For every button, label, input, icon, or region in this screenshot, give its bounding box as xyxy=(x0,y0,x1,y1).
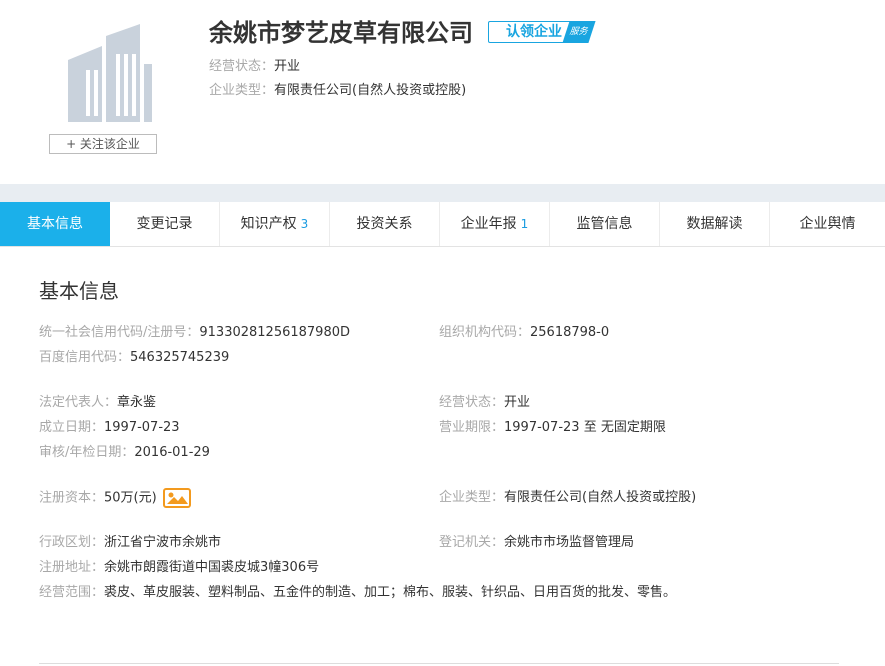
company-name: 余姚市梦艺皮草有限公司 xyxy=(209,19,473,47)
status-label: 经营状态： xyxy=(439,395,505,410)
tab-investment[interactable]: 投资关系 xyxy=(330,202,440,246)
term-value: 1997-07-23 至 无固定期限 xyxy=(504,420,666,435)
tab-count: 1 xyxy=(520,217,529,231)
header-status-label: 经营状态： xyxy=(209,59,275,74)
header-type-label: 企业类型： xyxy=(209,83,275,98)
tab-change-records[interactable]: 变更记录 xyxy=(110,202,220,246)
address-value: 余姚市朗霞街道中国裘皮城3幢306号 xyxy=(104,560,320,575)
tab-label: 变更记录 xyxy=(136,216,193,232)
tab-bar: 基本信息 变更记录 知识产权 3 投资关系 企业年报 1 监管信息 数据解读 企业舆… xyxy=(0,202,885,247)
scope-label: 经营范围： xyxy=(39,585,105,600)
org-code-value: 25618798-0 xyxy=(530,325,610,340)
follow-company-button[interactable]: + 关注该企业 xyxy=(49,134,157,154)
legal-rep-label: 法定代表人： xyxy=(39,395,118,410)
legal-rep-row: 法定代表人：章永鉴 xyxy=(39,394,156,412)
term-row: 营业期限：1997-07-23 至 无固定期限 xyxy=(439,419,666,437)
audit-row: 审核/年检日期：2016-01-29 xyxy=(39,444,210,462)
section-title: 基本信息 xyxy=(39,279,119,303)
service-tag: 服务 xyxy=(562,21,596,43)
tab-regulatory[interactable]: 监管信息 xyxy=(550,202,660,246)
credit-code-value: 91330281256187980D xyxy=(199,325,351,340)
header-divider-band xyxy=(0,184,885,202)
tab-data-analysis[interactable]: 数据解读 xyxy=(660,202,770,246)
money-image-icon[interactable] xyxy=(162,487,191,509)
header-status: 经营状态：开业 xyxy=(209,58,300,76)
founded-label: 成立日期： xyxy=(39,420,105,435)
baidu-code-label: 百度信用代码： xyxy=(39,350,131,365)
scope-value: 裘皮、革皮服装、塑料制品、五金件的制造、加工；棉布、服装、针织品、日用百货的批发… xyxy=(104,585,677,600)
baidu-code-value: 546325745239 xyxy=(130,350,230,365)
tab-label: 投资关系 xyxy=(356,216,413,232)
status-row: 经营状态：开业 xyxy=(439,394,530,412)
baidu-code-row: 百度信用代码：546325745239 xyxy=(39,349,229,367)
tab-label: 企业舆情 xyxy=(799,216,856,232)
org-code-label: 组织机构代码： xyxy=(439,325,531,340)
header-type: 企业类型：有限责任公司(自然人投资或控股) xyxy=(209,82,466,100)
audit-label: 审核/年检日期： xyxy=(39,445,135,460)
legal-rep-value: 章永鉴 xyxy=(117,395,157,410)
company-type-label: 企业类型： xyxy=(439,490,505,505)
status-value: 开业 xyxy=(504,395,531,410)
region-label: 行政区划： xyxy=(39,535,105,550)
header-status-value: 开业 xyxy=(274,59,301,74)
founded-value: 1997-07-23 xyxy=(104,420,180,435)
scope-row: 经营范围：裘皮、革皮服装、塑料制品、五金件的制造、加工；棉布、服装、针织品、日用… xyxy=(39,584,676,602)
header-type-value: 有限责任公司(自然人投资或控股) xyxy=(274,83,467,98)
authority-label: 登记机关： xyxy=(439,535,505,550)
capital-row: 注册资本：50万(元) xyxy=(39,487,191,510)
tab-public-opinion[interactable]: 企业舆情 xyxy=(770,202,885,246)
region-row: 行政区划：浙江省宁波市余姚市 xyxy=(39,534,221,552)
tab-annual-report[interactable]: 企业年报 1 xyxy=(440,202,550,246)
tab-label: 基本信息 xyxy=(27,216,83,232)
address-label: 注册地址： xyxy=(39,560,105,575)
tab-basic-info[interactable]: 基本信息 xyxy=(0,202,110,246)
company-header: + 关注该企业 余姚市梦艺皮草有限公司 认领企业 服务 经营状态：开业 企业类型… xyxy=(0,0,885,184)
address-row: 注册地址：余姚市朗霞街道中国裘皮城3幢306号 xyxy=(39,559,319,577)
authority-value: 余姚市市场监督管理局 xyxy=(504,535,635,550)
founded-row: 成立日期：1997-07-23 xyxy=(39,419,180,437)
tab-count: 3 xyxy=(300,217,309,231)
claimed-enterprise-badge[interactable]: 认领企业 服务 xyxy=(488,21,596,45)
tab-label: 监管信息 xyxy=(576,216,633,232)
tab-label: 知识产权 xyxy=(240,216,297,232)
capital-value: 50万(元) xyxy=(104,490,157,506)
capital-label: 注册资本： xyxy=(39,490,105,506)
tab-label: 企业年报 xyxy=(460,216,517,232)
authority-row: 登记机关：余姚市市场监督管理局 xyxy=(439,534,634,552)
company-type-value: 有限责任公司(自然人投资或控股) xyxy=(504,490,697,505)
term-label: 营业期限： xyxy=(439,420,505,435)
credit-code-label: 统一社会信用代码/注册号： xyxy=(39,325,200,340)
building-icon xyxy=(68,24,152,122)
tab-intellectual-property[interactable]: 知识产权 3 xyxy=(220,202,330,246)
audit-value: 2016-01-29 xyxy=(134,445,210,460)
org-code-row: 组织机构代码：25618798-0 xyxy=(439,324,609,342)
bottom-divider xyxy=(39,663,839,664)
company-type-row: 企业类型：有限责任公司(自然人投资或控股) xyxy=(439,489,696,507)
credit-code-row: 统一社会信用代码/注册号：91330281256187980D xyxy=(39,324,350,342)
region-value: 浙江省宁波市余姚市 xyxy=(104,535,222,550)
tab-label: 数据解读 xyxy=(686,216,743,232)
